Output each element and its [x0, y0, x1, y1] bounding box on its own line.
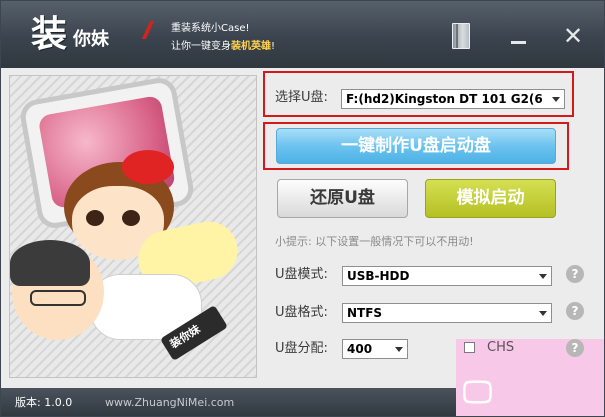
usb-mode-label: U盘模式:: [275, 267, 328, 282]
logo-sub-text: 你妹: [73, 29, 109, 50]
usb-alloc-select[interactable]: 400: [342, 339, 408, 359]
version-text: 版本: 1.0.0: [15, 396, 73, 409]
tip-text: 小提示: 以下设置一般情况下可以不用动!: [275, 235, 474, 248]
boy-glasses: [30, 290, 86, 306]
make-boot-disk-button[interactable]: 一键制作U盘启动盘: [276, 128, 556, 164]
girl-eye-left: [86, 210, 104, 226]
usb-format-label: U盘格式:: [275, 305, 328, 320]
boy-hair: [10, 240, 90, 286]
girl-eye-right: [122, 210, 140, 226]
dropdown-arrow-icon: [539, 274, 547, 279]
title-bar: 装 你妹 重装系统小Case! 让你一键变身装机英雄! ✕: [1, 1, 604, 68]
red-bow: [122, 150, 174, 184]
minimize-icon[interactable]: [511, 41, 526, 44]
slogan-line-1: 重装系统小Case!: [171, 23, 250, 34]
help-icon[interactable]: ?: [566, 302, 584, 320]
dropdown-arrow-icon: [552, 97, 560, 102]
usb-mode-select[interactable]: USB-HDD: [342, 266, 552, 286]
usb-format-select[interactable]: NTFS: [342, 303, 552, 323]
simulate-boot-button[interactable]: 模拟启动: [425, 179, 556, 218]
book-icon[interactable]: [452, 23, 470, 49]
help-icon[interactable]: ?: [566, 339, 584, 357]
usb-alloc-value: 400: [347, 342, 373, 356]
slogan-line-2: 让你一键变身装机英雄!: [171, 41, 275, 53]
chs-checkbox[interactable]: [464, 342, 475, 353]
usb-drive-select[interactable]: F:(hd2)Kingston DT 101 G2(6: [341, 89, 565, 109]
select-usb-label: 选择U盘:: [275, 90, 328, 105]
slogan-prefix: 让你一键变身: [171, 41, 231, 52]
mascot-illustration: 装你妹: [9, 75, 257, 378]
usb-format-value: NTFS: [347, 306, 383, 320]
watermark-glyph: 🖵: [463, 375, 492, 410]
slogan-highlight: 装机英雄: [231, 41, 271, 52]
slogan-suffix: !: [271, 41, 276, 52]
dropdown-arrow-icon: [395, 347, 403, 352]
logo-accent-mark: [141, 21, 155, 39]
restore-usb-button[interactable]: 还原U盘: [277, 179, 408, 218]
usb-drive-select-value: F:(hd2)Kingston DT 101 G2(6: [346, 92, 543, 106]
dropdown-arrow-icon: [539, 311, 547, 316]
website-link[interactable]: www.ZhuangNiMei.com: [105, 396, 234, 410]
close-icon[interactable]: ✕: [562, 24, 584, 48]
help-icon[interactable]: ?: [566, 265, 584, 283]
app-window: 装 你妹 重装系统小Case! 让你一键变身装机英雄! ✕ 装你妹 选择U盘: …: [0, 0, 605, 417]
usb-alloc-label: U盘分配:: [275, 341, 328, 356]
logo-main-text: 装: [31, 14, 68, 55]
chs-label: CHS: [487, 340, 515, 355]
usb-mode-value: USB-HDD: [347, 269, 410, 283]
